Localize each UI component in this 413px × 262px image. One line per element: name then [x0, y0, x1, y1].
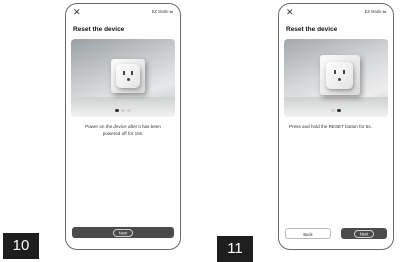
page-title: Reset the device: [73, 26, 125, 33]
mode-label: EZ Mode: [364, 9, 382, 14]
smart-plug-image: [326, 62, 353, 89]
carousel-dot[interactable]: [121, 108, 125, 113]
carousel-dot[interactable]: [127, 108, 131, 113]
step-number-badge: 11: [217, 236, 253, 262]
swap-icon: ⇆: [382, 9, 386, 14]
mode-switch[interactable]: EZ Mode⇆: [152, 8, 173, 16]
carousel-dot[interactable]: [115, 108, 119, 113]
carousel-dots: [279, 108, 393, 114]
next-button[interactable]: Next: [341, 228, 387, 239]
photo-floor: [71, 97, 175, 117]
device-photo: [71, 39, 175, 117]
close-icon[interactable]: ✕: [286, 7, 294, 17]
step-number-badge: 10: [3, 233, 39, 259]
mode-label: EZ Mode: [151, 9, 169, 14]
page-title: Reset the device: [286, 26, 338, 33]
next-button[interactable]: Next: [72, 227, 174, 238]
phone-screen-step-10: ✕ EZ Mode⇆ Reset the device Power on the…: [65, 3, 181, 250]
top-bar: ✕ EZ Mode⇆: [279, 7, 393, 18]
device-photo: [284, 39, 388, 117]
next-label: Next: [112, 228, 134, 237]
top-bar: ✕ EZ Mode⇆: [66, 7, 180, 18]
instruction-text: Press and hold the RESET button for 5s.: [289, 124, 372, 129]
carousel-dot[interactable]: [337, 108, 341, 113]
photo-floor: [284, 97, 388, 117]
instruction-text: Power on the device after it has been po…: [85, 124, 161, 136]
swap-icon: ⇆: [169, 9, 173, 14]
close-icon[interactable]: ✕: [73, 7, 81, 17]
phone-screen-step-11: ✕ EZ Mode⇆ Reset the device Press and ho…: [278, 3, 394, 250]
smart-plug-image: [116, 64, 140, 88]
back-label: Back: [303, 232, 313, 237]
back-button[interactable]: Back: [285, 228, 331, 239]
carousel-dot[interactable]: [331, 108, 335, 113]
carousel-dots: [66, 108, 180, 114]
mode-switch[interactable]: EZ Mode⇆: [365, 8, 386, 16]
next-label: Next: [353, 229, 375, 238]
